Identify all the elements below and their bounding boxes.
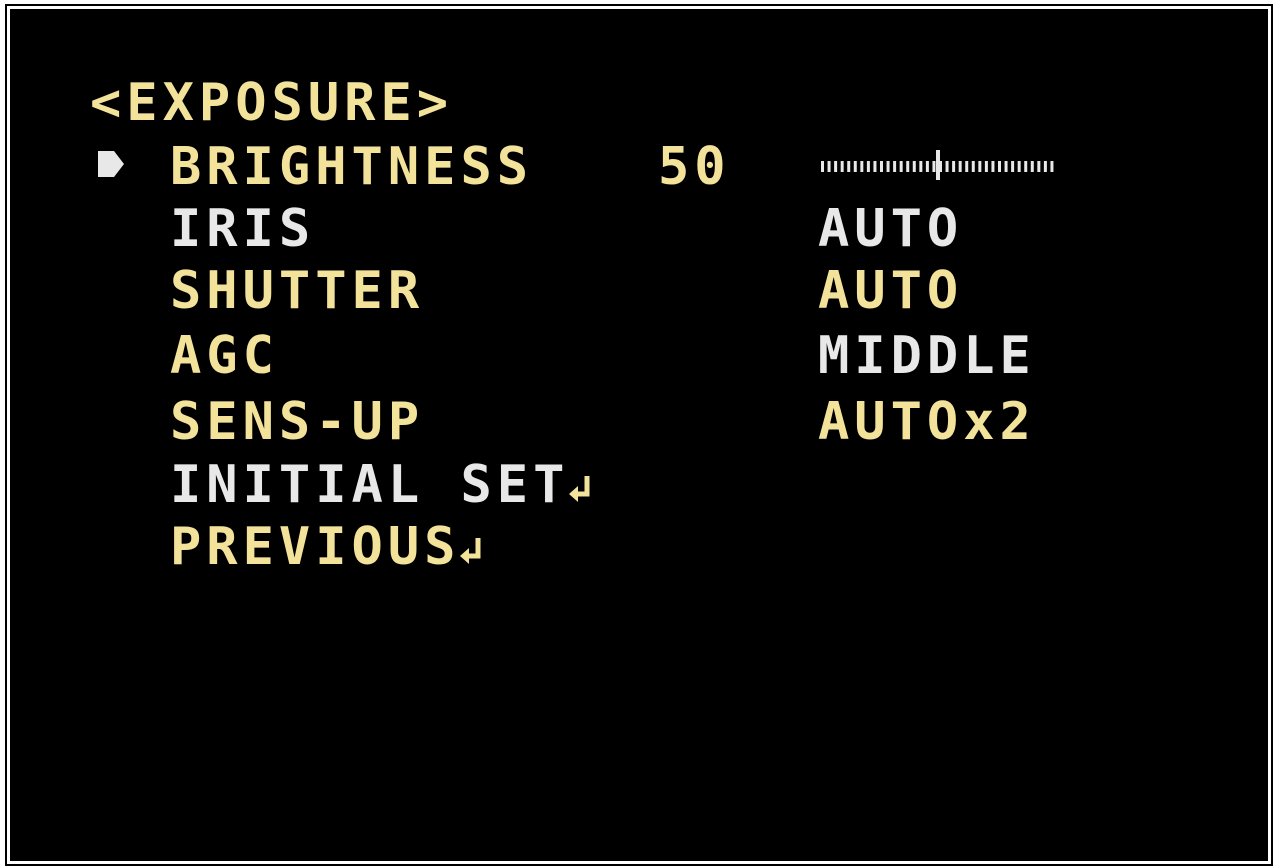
slider-tick (827, 161, 831, 172)
slider-tick (1037, 161, 1041, 172)
agc-value: MIDDLE (818, 326, 1036, 386)
slider-tick (860, 161, 864, 172)
enter-icon (460, 538, 481, 564)
slider-tick (847, 161, 851, 172)
slider-tick (834, 161, 838, 172)
slider-tick (840, 161, 844, 172)
menu-item-previous[interactable]: PREVIOUS (170, 521, 486, 573)
brightness-slider[interactable] (820, 148, 1056, 182)
slider-tick (1011, 161, 1015, 172)
slider-tick (866, 161, 870, 172)
slider-tick (965, 161, 969, 172)
slider-tick (991, 161, 995, 172)
slider-tick (893, 161, 897, 172)
slider-tick (932, 161, 936, 172)
slider-tick (998, 161, 1001, 172)
shutter-value: AUTO (818, 261, 964, 321)
slider-tick (899, 161, 903, 172)
menu-item-shutter[interactable]: SHUTTER (170, 265, 424, 317)
osd-screen: <EXPOSURE> BRIGHTNESS 50 IRIS AUTO SHUTT… (7, 6, 1271, 864)
slider-tick (1004, 161, 1008, 172)
slider-tick (886, 161, 890, 172)
slider-tick (853, 161, 857, 172)
slider-tick (821, 161, 824, 172)
menu-item-sens-up[interactable]: SENS-UP (170, 396, 424, 448)
slider-tick (958, 161, 962, 172)
menu-item-agc[interactable]: AGC (170, 330, 279, 382)
slider-tick (880, 161, 883, 172)
menu-item-iris[interactable]: IRIS (170, 203, 315, 255)
slider-tick (952, 161, 956, 172)
selection-cursor-icon (98, 151, 124, 177)
slider-tick (919, 161, 923, 172)
menu-title: <EXPOSURE> (90, 73, 454, 133)
slider-marker[interactable] (936, 150, 940, 180)
previous-label: PREVIOUS (170, 517, 461, 577)
slider-tick (984, 161, 988, 172)
menu-item-initial-set[interactable]: INITIAL SET (170, 459, 595, 511)
iris-value: AUTO (818, 199, 964, 259)
slider-tick (1030, 161, 1034, 172)
slider-tick (971, 161, 975, 172)
slider-tick (978, 161, 982, 172)
slider-tick (873, 161, 877, 172)
initial-set-label: INITIAL SET (170, 455, 570, 515)
slider-tick (906, 161, 910, 172)
enter-icon (569, 476, 590, 502)
slider-tick (945, 161, 949, 172)
menu-item-brightness[interactable]: BRIGHTNESS (170, 141, 533, 193)
slider-tick (1050, 161, 1054, 172)
sens-up-value: AUTOx2 (818, 392, 1036, 452)
slider-tick (1017, 161, 1021, 172)
slider-tick (1024, 161, 1028, 172)
brightness-value: 50 (658, 137, 731, 197)
slider-tick (912, 161, 916, 172)
slider-tick (925, 161, 929, 172)
slider-tick (1043, 161, 1047, 172)
